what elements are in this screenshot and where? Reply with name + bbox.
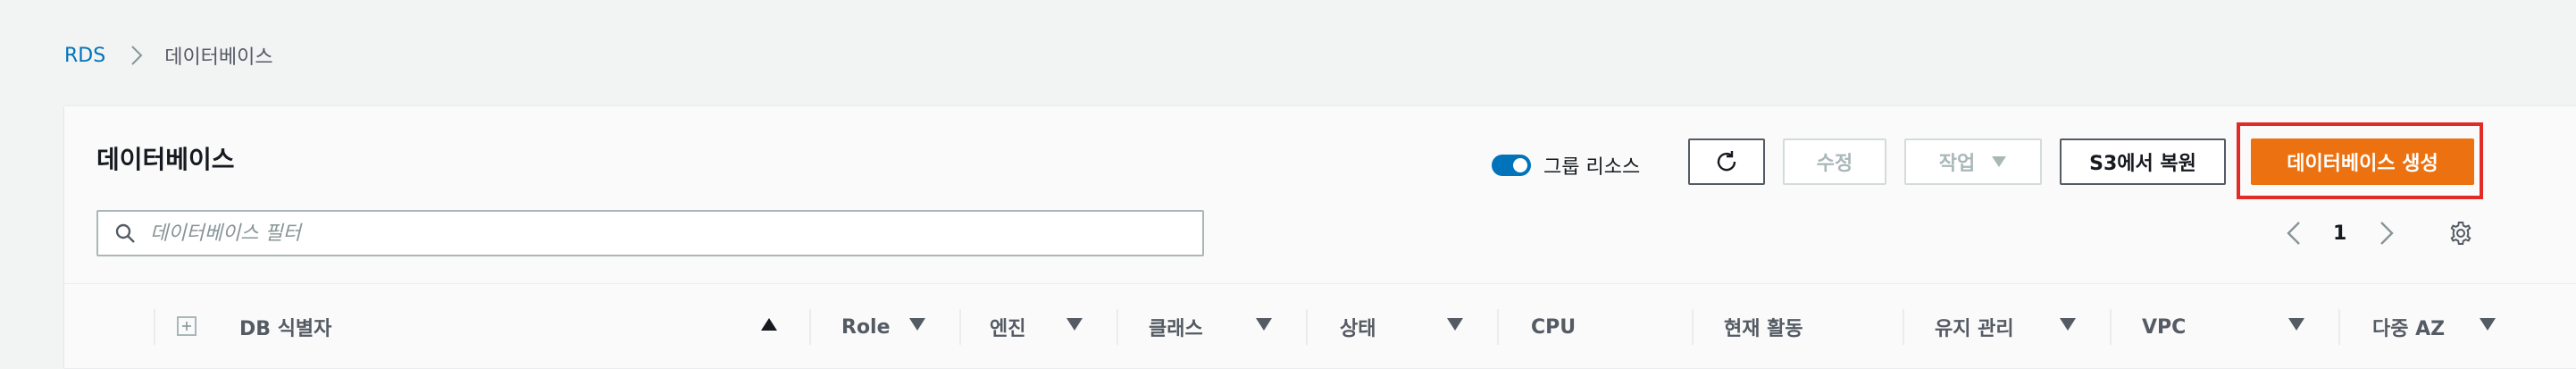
next-page-button[interactable] [2379, 215, 2394, 251]
sort-caret-icon[interactable] [1256, 318, 1272, 331]
column-header-engine[interactable]: 엔진 [990, 309, 1025, 345]
breadcrumb-current: 데이터베이스 [164, 46, 273, 69]
sort-ascending-icon[interactable] [761, 318, 777, 331]
database-filter [96, 210, 1204, 256]
column-header-class[interactable]: 클래스 [1149, 309, 1203, 345]
column-separator [959, 309, 961, 345]
sort-caret-icon[interactable] [2060, 318, 2076, 331]
group-resources-control: 그룹 리소스 [1492, 151, 1640, 180]
chevron-left-icon [2287, 221, 2301, 246]
breadcrumb: RDS 데이터베이스 [64, 39, 273, 71]
column-header-status[interactable]: 상태 [1340, 309, 1376, 345]
create-database-button[interactable]: 데이터베이스 생성 [2251, 138, 2474, 185]
sort-caret-icon[interactable] [909, 318, 925, 331]
page-title: 데이터베이스 [96, 145, 235, 174]
chevron-right-icon [2379, 221, 2394, 246]
actions-dropdown-button[interactable]: 작업 [1904, 138, 2042, 185]
column-separator [154, 309, 155, 345]
previous-page-button[interactable] [2287, 215, 2301, 251]
column-header-db-identifier[interactable]: DB 식별자 [239, 309, 331, 345]
breadcrumb-rds-link[interactable]: RDS [64, 45, 105, 67]
column-separator [2338, 309, 2340, 345]
column-separator [1117, 309, 1118, 345]
column-header-current-activity[interactable]: 현재 활동 [1724, 309, 1803, 345]
sort-caret-icon[interactable] [1066, 318, 1083, 331]
column-separator [1306, 309, 1308, 345]
expand-all-button[interactable] [177, 316, 197, 336]
refresh-icon [1713, 148, 1740, 175]
modify-button[interactable]: 수정 [1783, 138, 1886, 185]
table-settings-button[interactable] [2447, 215, 2474, 251]
column-header-maintenance[interactable]: 유지 관리 [1935, 309, 2014, 345]
column-separator [2110, 309, 2112, 345]
column-separator [809, 309, 811, 345]
chevron-right-icon [130, 45, 143, 66]
actions-button-label: 작업 [1938, 153, 1976, 175]
gear-icon [2447, 220, 2474, 247]
database-filter-input[interactable] [148, 221, 1134, 246]
current-page-number[interactable]: 1 [2333, 215, 2346, 251]
toggle-knob [1513, 158, 1527, 172]
restore-from-s3-label: S3에서 복원 [2089, 153, 2196, 175]
column-header-cpu[interactable]: CPU [1531, 309, 1576, 345]
group-resources-label: 그룹 리소스 [1543, 156, 1641, 179]
plus-icon [182, 322, 191, 331]
column-separator [1692, 309, 1694, 345]
sort-caret-icon[interactable] [2288, 318, 2304, 331]
column-header-multi-az[interactable]: 다중 AZ [2372, 309, 2445, 345]
sort-caret-icon[interactable] [1447, 318, 1463, 331]
table-header: DB 식별자 Role 엔진 클래스 상태 CPU 현재 활동 유지 관리 VP… [64, 283, 2576, 369]
databases-panel: 데이터베이스 그룹 리소스 수정 작업 S3에서 복원 데이터베이스 생성 데이… [64, 105, 2576, 369]
column-header-role[interactable]: Role [841, 309, 891, 345]
refresh-button[interactable] [1688, 138, 1765, 185]
modify-button-label: 수정 [1816, 153, 1853, 175]
caret-down-icon [1991, 155, 2007, 168]
sort-caret-icon[interactable] [2480, 318, 2496, 331]
group-resources-toggle[interactable] [1492, 155, 1531, 176]
create-database-label: 데이터베이스 생성 [2287, 153, 2438, 175]
search-icon [114, 222, 136, 244]
column-separator [1903, 309, 1904, 345]
column-header-vpc[interactable]: VPC [2142, 309, 2186, 345]
restore-from-s3-button[interactable]: S3에서 복원 [2060, 138, 2226, 185]
column-separator [1497, 309, 1499, 345]
